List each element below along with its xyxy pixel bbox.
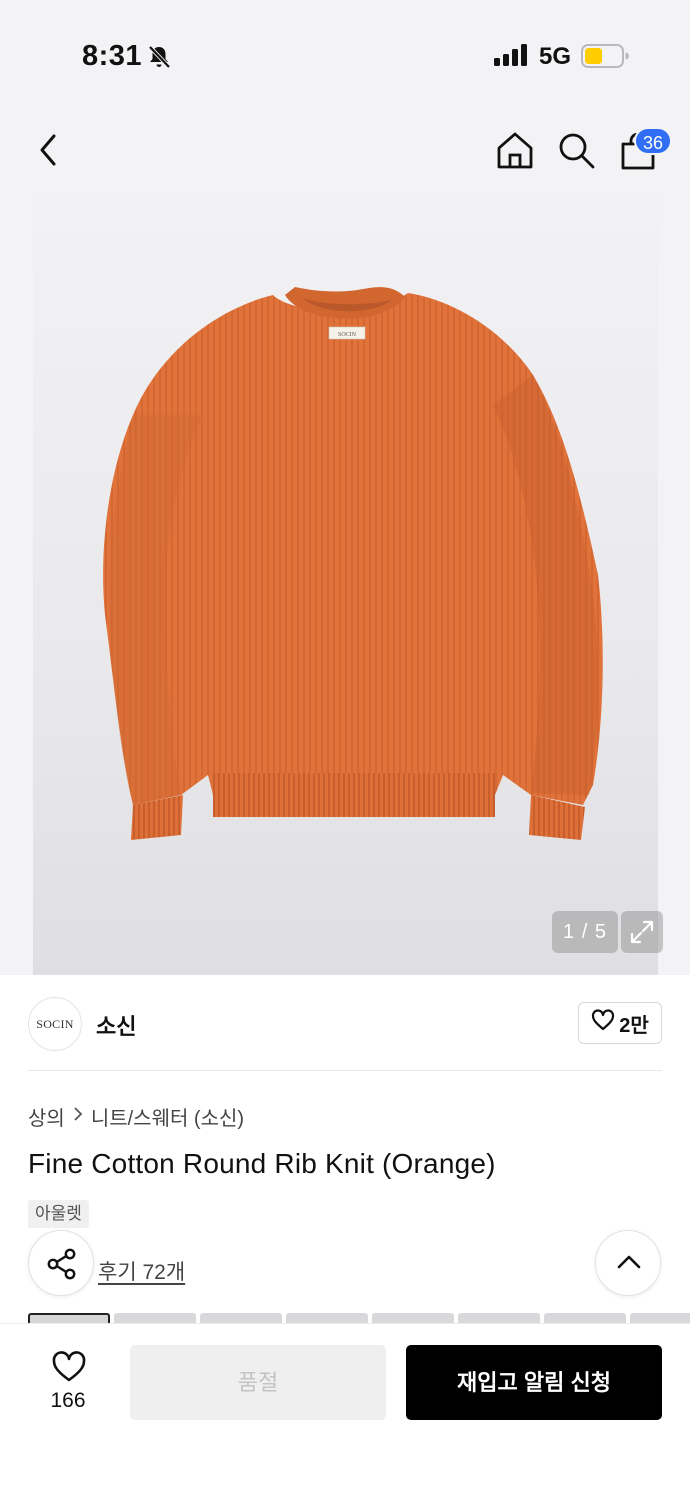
product-image[interactable]: SOCIN bbox=[33, 195, 658, 975]
heart-icon bbox=[591, 1009, 615, 1037]
garment-label-text: SOCIN bbox=[338, 332, 357, 338]
product-page: 8:31 5G 36 SOCIN 1 / 5 SOCIN 소신 2만 상의 니트… bbox=[0, 0, 690, 1500]
wishlist-button[interactable]: 166 bbox=[28, 1347, 108, 1419]
chevron-right-icon bbox=[73, 1106, 83, 1127]
share-button[interactable] bbox=[28, 1230, 94, 1296]
scroll-top-button[interactable] bbox=[595, 1230, 661, 1296]
image-pager: 1 / 5 bbox=[552, 911, 618, 953]
breadcrumb-category[interactable]: 상의 bbox=[28, 1102, 65, 1131]
cellular-signal-icon bbox=[494, 44, 528, 71]
top-navigation bbox=[0, 100, 690, 195]
breadcrumb-subcategory[interactable]: 니트/스웨터 (소신) bbox=[91, 1102, 244, 1131]
share-icon bbox=[45, 1247, 79, 1286]
outlet-tag: 아울렛 bbox=[28, 1200, 89, 1228]
status-time: 8:31 bbox=[82, 40, 143, 72]
breadcrumb: 상의 니트/스웨터 (소신) bbox=[28, 1102, 244, 1131]
restock-alert-button[interactable]: 재입고 알림 신청 bbox=[406, 1345, 662, 1420]
product-title: Fine Cotton Round Rib Knit (Orange) bbox=[28, 1148, 496, 1179]
bell-muted-icon bbox=[146, 44, 172, 75]
expand-icon[interactable] bbox=[621, 911, 663, 953]
status-bar: 8:31 5G bbox=[0, 0, 690, 100]
brand-name[interactable]: 소신 bbox=[96, 1009, 136, 1041]
heart-icon bbox=[51, 1351, 87, 1388]
brand-like-count: 2만 bbox=[619, 1014, 649, 1037]
network-type: 5G bbox=[539, 43, 572, 70]
wishlist-count: 166 bbox=[50, 1389, 86, 1412]
cart-count-badge: 36 bbox=[634, 127, 672, 155]
sweater-illustration: SOCIN bbox=[103, 287, 603, 840]
battery-icon bbox=[581, 44, 629, 73]
soldout-button[interactable]: 품절 bbox=[130, 1345, 386, 1420]
chevron-left-icon[interactable] bbox=[36, 130, 60, 175]
home-icon[interactable] bbox=[495, 130, 535, 175]
divider bbox=[28, 1070, 662, 1071]
reviews-link[interactable]: 후기 72개 bbox=[98, 1256, 185, 1286]
brand-like-button[interactable]: 2만 bbox=[578, 1002, 662, 1044]
brand-logo[interactable]: SOCIN bbox=[28, 997, 82, 1051]
chevron-up-icon bbox=[616, 1253, 642, 1276]
search-icon[interactable] bbox=[557, 131, 597, 176]
